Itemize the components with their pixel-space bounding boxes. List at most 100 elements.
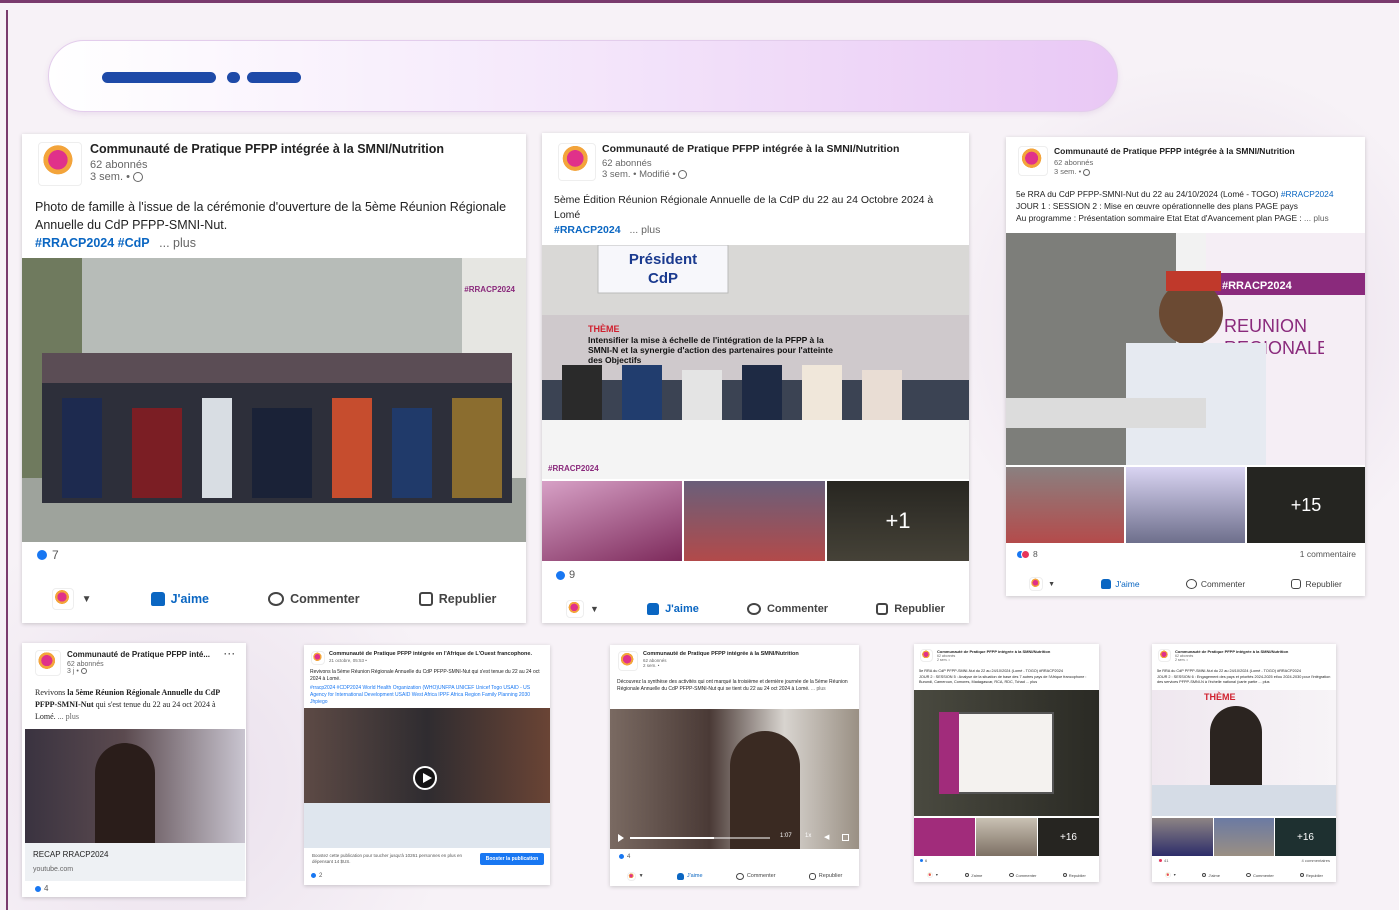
thumb-photo-3[interactable]: +16 bbox=[1038, 818, 1099, 856]
more-photos-overlay[interactable]: +16 bbox=[1038, 818, 1099, 856]
reactions-count[interactable]: 4 bbox=[34, 884, 48, 893]
comment-button[interactable]: Commenter bbox=[1008, 873, 1036, 878]
reactions-count[interactable]: 7 bbox=[36, 548, 59, 562]
reactions-count[interactable]: 41 bbox=[1157, 858, 1168, 863]
more-options-icon[interactable]: ··· bbox=[224, 649, 236, 659]
org-name[interactable]: Communauté de Pratique PFPP intégrée en … bbox=[329, 651, 532, 657]
like-button[interactable]: J'aime bbox=[647, 603, 699, 615]
post-line-1-text: 5e RRA du CdP PFPP-SMNI-Nut du 22 au 24/… bbox=[1016, 189, 1279, 199]
post-meta: 3 sem. • Modifié • bbox=[602, 169, 899, 180]
play-button-icon[interactable] bbox=[413, 766, 437, 790]
repost-icon bbox=[1062, 873, 1067, 877]
thumb-photo-1[interactable] bbox=[1006, 467, 1124, 543]
speaker-photo[interactable]: #RRACP2024 REUNION REGIONALE bbox=[1006, 233, 1365, 465]
volume-icon[interactable]: ◀ bbox=[824, 833, 829, 841]
comment-button[interactable]: Commenter bbox=[268, 592, 360, 606]
more-photos-overlay[interactable]: +15 bbox=[1247, 467, 1365, 543]
thumb-photo-2[interactable] bbox=[976, 818, 1037, 856]
actor-switcher[interactable]: ▼ bbox=[1029, 577, 1055, 591]
reaction-number: 7 bbox=[52, 548, 59, 562]
reactions-count[interactable]: 8 bbox=[1016, 549, 1038, 559]
video-speed[interactable]: 1x bbox=[805, 833, 811, 839]
video-player[interactable]: 1:07 1x ◀ bbox=[610, 709, 859, 849]
video-thumbnail[interactable] bbox=[304, 708, 550, 848]
org-name[interactable]: Communauté de Pratique PFPP intégrée à l… bbox=[90, 142, 444, 156]
like-button[interactable]: J'aime bbox=[1101, 579, 1140, 589]
org-logo[interactable] bbox=[311, 651, 325, 665]
thumb-photo-3[interactable]: +15 bbox=[1247, 467, 1365, 543]
comment-button[interactable]: Commenter bbox=[735, 872, 776, 880]
org-logo[interactable] bbox=[38, 142, 82, 186]
thumb-photo-1[interactable] bbox=[914, 818, 975, 856]
repost-button[interactable]: Republier bbox=[1299, 873, 1323, 878]
hashtags[interactable]: #RRACP2024 #CdP bbox=[35, 236, 150, 250]
org-name[interactable]: Communauté de Pratique PFPP intégrée à l… bbox=[643, 651, 799, 657]
actor-switcher[interactable]: ▼ bbox=[1165, 872, 1176, 878]
like-button[interactable]: J'aime bbox=[1202, 873, 1220, 878]
panel-photo[interactable]: Président CdP THÈME Intensifier la mise … bbox=[542, 245, 969, 479]
like-button[interactable]: J'aime bbox=[150, 592, 209, 606]
hashtags[interactable]: #rracp2024 #CDP2024 World Health Organiz… bbox=[310, 685, 546, 706]
thumbs-up-icon bbox=[647, 603, 660, 615]
banner-pill-long bbox=[102, 72, 216, 83]
org-logo[interactable] bbox=[558, 143, 596, 181]
speaker-photo[interactable]: THÈME bbox=[1152, 690, 1336, 816]
more-photos-overlay[interactable]: +1 bbox=[827, 481, 969, 561]
comment-button[interactable]: Commenter bbox=[1185, 579, 1245, 589]
see-more-link[interactable]: ... plus bbox=[811, 686, 826, 692]
org-logo[interactable] bbox=[35, 650, 61, 676]
thumb-photo-1[interactable] bbox=[542, 481, 682, 561]
video-thumbnail[interactable] bbox=[25, 729, 245, 843]
repost-button[interactable]: Republier bbox=[876, 603, 945, 615]
repost-button[interactable]: Republier bbox=[1291, 579, 1342, 589]
slide-photo[interactable] bbox=[914, 690, 1099, 816]
comments-count[interactable]: 1 commentaire bbox=[1300, 549, 1356, 559]
group-photo[interactable]: #RRACP2024 bbox=[22, 258, 526, 542]
org-logo[interactable] bbox=[1158, 649, 1171, 662]
org-name[interactable]: Communauté de Pratique PFPP intégrée à l… bbox=[602, 143, 899, 155]
org-logo[interactable] bbox=[920, 649, 933, 662]
thumb-photo-3[interactable]: +16 bbox=[1275, 818, 1336, 856]
repost-button[interactable]: Republier bbox=[418, 592, 496, 606]
org-logo[interactable] bbox=[1018, 146, 1048, 176]
see-more-link[interactable]: ... plus bbox=[629, 224, 660, 236]
thumb-photo-3[interactable]: +1 bbox=[827, 481, 969, 561]
see-more-link[interactable]: ... plus bbox=[58, 712, 79, 721]
org-name[interactable]: Communauté de Pratique PFPP inté... bbox=[67, 650, 210, 659]
reactions-count[interactable]: 6 bbox=[919, 858, 927, 863]
reactions-count[interactable]: 4 bbox=[618, 853, 630, 860]
thumb-photo-2[interactable] bbox=[1126, 467, 1245, 543]
repost-button[interactable]: Republier bbox=[808, 872, 842, 880]
video-progress-fill bbox=[630, 837, 714, 839]
like-button[interactable]: J'aime bbox=[676, 872, 703, 880]
thumb-photo-1[interactable] bbox=[1152, 818, 1213, 856]
like-button[interactable]: J'aime bbox=[964, 873, 982, 878]
actor-switcher[interactable]: ▼ bbox=[51, 588, 91, 610]
play-icon[interactable] bbox=[618, 834, 624, 842]
org-name[interactable]: Communauté de Pratique PFPP intégrée à l… bbox=[1054, 146, 1295, 156]
link-preview[interactable]: RECAP RRACP2024 youtube.com bbox=[25, 843, 245, 881]
comments-count[interactable]: 4 commentaires bbox=[1302, 858, 1330, 863]
see-more-link[interactable]: ... plus bbox=[1304, 213, 1329, 223]
thumb-photo-2[interactable] bbox=[1214, 818, 1274, 856]
post-header: Communauté de Pratique PFPP intégrée à l… bbox=[558, 143, 899, 181]
hashtag[interactable]: #RRACP2024 bbox=[1281, 189, 1334, 199]
boost-button[interactable]: Booster la publication bbox=[480, 853, 544, 865]
see-more-link[interactable]: ... plus bbox=[159, 236, 196, 250]
thumb-photo-2[interactable] bbox=[684, 481, 825, 561]
repost-button[interactable]: Republier bbox=[1062, 873, 1086, 878]
actor-switcher[interactable]: ▼ bbox=[626, 871, 644, 881]
fullscreen-icon[interactable] bbox=[842, 834, 849, 841]
more-photos-overlay[interactable]: +16 bbox=[1275, 818, 1336, 856]
comment-button[interactable]: Commenter bbox=[746, 603, 828, 615]
globe-icon bbox=[1083, 168, 1091, 176]
hashtags[interactable]: #RRACP2024 bbox=[554, 224, 621, 236]
reactions-count[interactable]: 2 bbox=[310, 872, 322, 879]
comment-button[interactable]: Commenter bbox=[1245, 873, 1274, 878]
reactions-count[interactable]: 9 bbox=[555, 569, 575, 581]
org-logo[interactable] bbox=[618, 651, 638, 671]
actor-switcher[interactable]: ▼ bbox=[566, 600, 599, 618]
video-progress-bar[interactable] bbox=[630, 837, 770, 839]
actor-switcher[interactable]: ▼ bbox=[927, 872, 939, 878]
table-area bbox=[304, 803, 550, 848]
